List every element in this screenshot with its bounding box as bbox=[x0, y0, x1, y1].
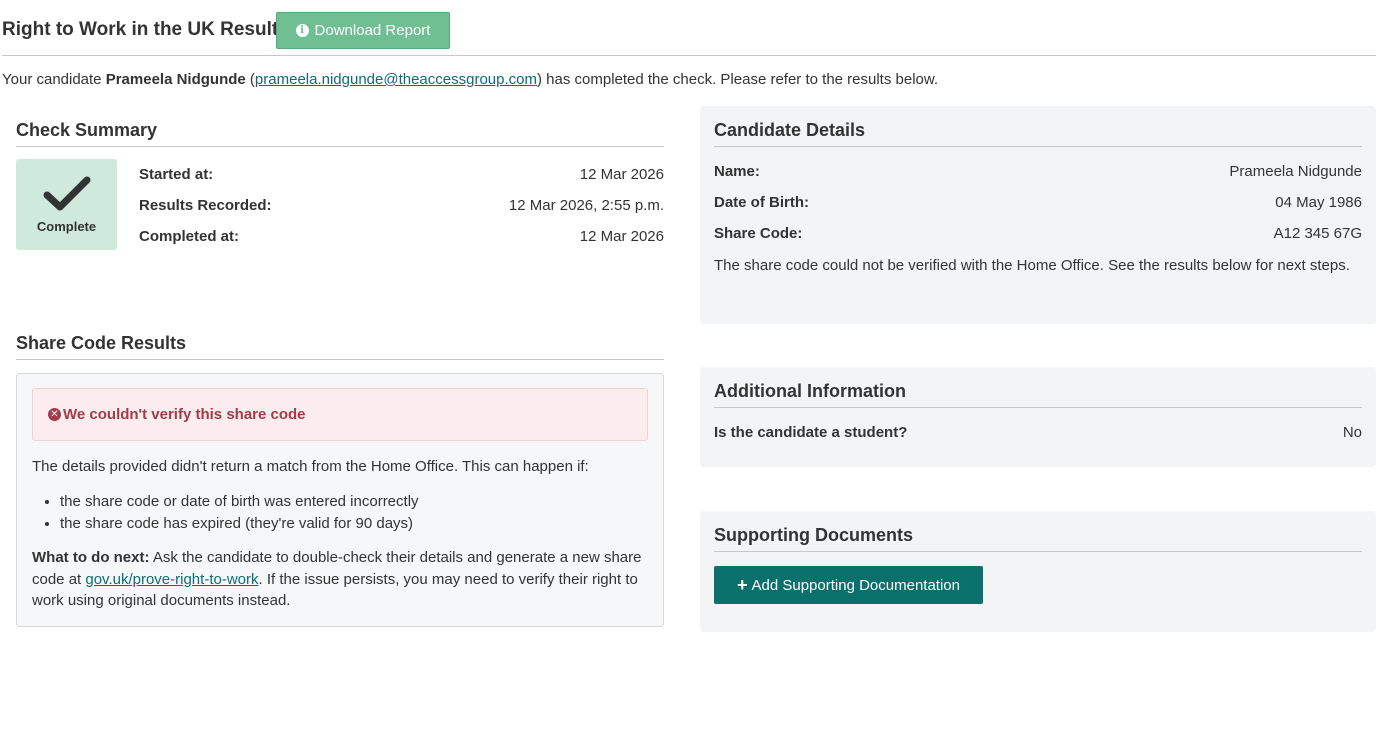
candidate-rows: Name: Prameela Nidgunde Date of Birth: 0… bbox=[714, 156, 1362, 249]
page-title: Right to Work in the UK Result bbox=[2, 19, 279, 40]
prove-right-to-work-link[interactable]: gov.uk/prove-right-to-work bbox=[85, 571, 258, 588]
list-item: the share code or date of birth was ente… bbox=[60, 491, 648, 513]
name-value: Prameela Nidgunde bbox=[1229, 163, 1362, 180]
share-code-label: Share Code: bbox=[714, 225, 803, 242]
alert-text: We couldn't verify this share code bbox=[63, 406, 306, 423]
dob-label: Date of Birth: bbox=[714, 194, 809, 211]
check-summary: Complete Started at: 12 Mar 2026 Results… bbox=[16, 159, 664, 289]
next-steps: What to do next: Ask the candidate to do… bbox=[32, 547, 648, 612]
share-code-value: A12 345 67G bbox=[1273, 225, 1362, 242]
candidate-email-link[interactable]: prameela.nidgunde@theaccessgroup.com bbox=[255, 71, 537, 88]
share-code-results-title: Share Code Results bbox=[16, 333, 664, 360]
results-description: The details provided didn't return a mat… bbox=[32, 458, 589, 475]
download-report-label: Download Report bbox=[314, 22, 431, 39]
completed-value: 12 Mar 2026 bbox=[579, 228, 664, 245]
started-value: 12 Mar 2026 bbox=[579, 166, 664, 183]
plus-icon: + bbox=[737, 575, 748, 595]
checkmark-icon bbox=[43, 176, 90, 211]
check-summary-title: Check Summary bbox=[16, 120, 664, 147]
intro-prefix: Your candidate bbox=[2, 71, 106, 88]
additional-information-title: Additional Information bbox=[714, 381, 1362, 408]
candidate-details-panel: Candidate Details Name: Prameela Nidgund… bbox=[700, 106, 1376, 324]
summary-row-completed: Completed at: 12 Mar 2026 bbox=[139, 221, 664, 252]
summary-rows: Started at: 12 Mar 2026 Results Recorded… bbox=[139, 159, 664, 252]
supporting-documents-title: Supporting Documents bbox=[714, 525, 1362, 552]
left-column: Check Summary Complete Started at: 12 Ma… bbox=[16, 120, 664, 627]
right-column: Candidate Details Name: Prameela Nidgund… bbox=[700, 106, 1376, 632]
summary-row-recorded: Results Recorded: 12 Mar 2026, 2:55 p.m. bbox=[139, 190, 664, 221]
summary-row-started: Started at: 12 Mar 2026 bbox=[139, 159, 664, 190]
next-steps-label: What to do next: bbox=[32, 549, 150, 566]
status-badge: Complete bbox=[16, 159, 117, 250]
intro-paren: ( bbox=[245, 71, 255, 88]
candidate-row-name: Name: Prameela Nidgunde bbox=[714, 156, 1362, 187]
started-label: Started at: bbox=[139, 166, 214, 183]
check-summary-section: Check Summary Complete Started at: 12 Ma… bbox=[16, 120, 664, 289]
candidate-name: Prameela Nidgunde bbox=[105, 71, 246, 88]
additional-information-panel: Additional Information Is the candidate … bbox=[700, 367, 1376, 467]
dob-value: 04 May 1986 bbox=[1275, 194, 1362, 211]
student-value: No bbox=[1342, 424, 1362, 441]
error-circle-icon: ✕ bbox=[48, 408, 61, 421]
intro-message: Your candidate Prameela Nidgunde (pramee… bbox=[2, 71, 938, 88]
add-supporting-documentation-label: Add Supporting Documentation bbox=[751, 576, 960, 594]
share-code-results-section: Share Code Results ✕ We couldn't verify … bbox=[16, 333, 664, 627]
intro-suffix: ) has completed the check. Please refer … bbox=[537, 71, 939, 88]
candidate-details-title: Candidate Details bbox=[714, 120, 1362, 147]
supporting-documents-panel: Supporting Documents + Add Supporting Do… bbox=[700, 511, 1376, 632]
info-icon: i bbox=[295, 24, 309, 37]
list-item: the share code has expired (they're vali… bbox=[60, 513, 648, 535]
candidate-row-share-code: Share Code: A12 345 67G bbox=[714, 218, 1362, 249]
recorded-label: Results Recorded: bbox=[139, 197, 272, 214]
download-report-button[interactable]: i Download Report bbox=[276, 12, 450, 49]
student-label: Is the candidate a student? bbox=[714, 424, 908, 441]
status-label: Complete bbox=[36, 219, 97, 234]
additional-row-student: Is the candidate a student? No bbox=[714, 417, 1362, 448]
reasons-list: the share code or date of birth was ente… bbox=[60, 491, 648, 535]
share-code-note: The share code could not be verified wit… bbox=[714, 257, 1350, 274]
share-code-results-box: ✕ We couldn't verify this share code The… bbox=[16, 373, 664, 627]
page-header: Right to Work in the UK Result i Downloa… bbox=[2, 12, 1376, 56]
name-label: Name: bbox=[714, 163, 760, 180]
add-supporting-documentation-button[interactable]: + Add Supporting Documentation bbox=[714, 566, 983, 604]
completed-label: Completed at: bbox=[139, 228, 240, 245]
candidate-row-dob: Date of Birth: 04 May 1986 bbox=[714, 187, 1362, 218]
additional-rows: Is the candidate a student? No bbox=[714, 417, 1362, 448]
verification-alert: ✕ We couldn't verify this share code bbox=[32, 388, 648, 441]
recorded-value: 12 Mar 2026, 2:55 p.m. bbox=[508, 197, 664, 214]
